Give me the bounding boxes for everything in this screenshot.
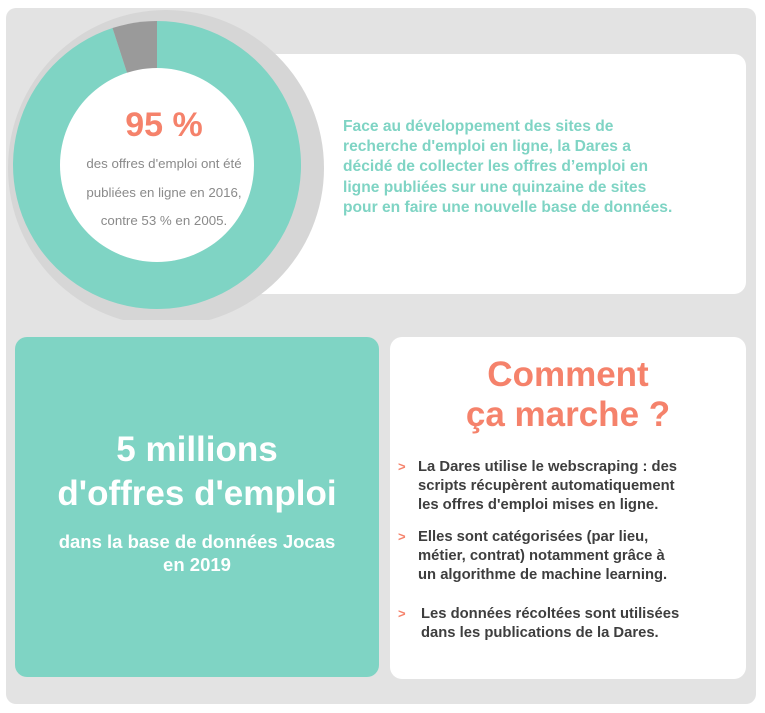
intro-line: recherche d'emploi en ligne, la Dares a [343,138,631,156]
how-step-line: métier, contrat) notamment grâce à [418,548,665,565]
stat-caption-line: publiées en ligne en 2016, [86,184,242,200]
stat-caption: des offres d'emploi ont été publiées en … [64,150,264,236]
chevron-right-icon: > [398,459,406,474]
how-step-line: La Dares utilise le webscraping : des [418,459,678,475]
stat-percent: 95 % [125,106,203,144]
intro-text: Face au développement des sites de reche… [343,117,728,218]
intro-line: ligne publiées sur une quinzaine de site… [343,178,647,196]
how-step: > Elles sont catégorisées (par lieu, mét… [398,528,738,584]
subline-line: en 2019 [163,554,231,575]
how-step-line: Les données récoltées sont utilisées [421,605,680,622]
how-step-line: un algorithme de machine learning. [418,566,668,583]
how-step-line: les offres d'emploi mises en ligne. [418,496,659,513]
stat-caption-line: des offres d'emploi ont été [86,156,242,171]
intro-line: Face au développement des sites de [343,118,614,135]
intro-line: décidé de collecter les offres d’emploi … [343,158,649,176]
how-step-line: Elles sont catégorisées (par lieu, [418,529,649,546]
highlight-headline: 5 millions d'offres d'emploi [15,428,379,516]
headline-line: d'offres d'emploi [57,474,337,513]
how-title-line: ça marche ? [465,395,671,434]
how-step: > Les données récoltées sont utilisées d… [398,605,738,643]
how-step: > La Dares utilise le webscraping : des … [398,458,738,514]
how-title-line: Comment [487,355,649,394]
subline-line: dans la base de données Jocas [58,531,336,552]
how-steps-list: > La Dares utilise le webscraping : des … [398,458,738,642]
how-step-line: scripts récupèrent automatiquement [418,477,675,494]
how-step-line: dans les publications de la Dares. [421,624,659,641]
highlight-subline: dans la base de données Jocas en 2019 [15,530,379,576]
how-title: Comment ça marche ? [390,355,746,435]
chevron-right-icon: > [398,605,406,621]
intro-line: pour en faire une nouvelle base de donné… [343,198,673,216]
chevron-right-icon: > [398,529,406,545]
stat-caption-line: contre 53 % en 2005. [100,213,228,228]
headline-line: 5 millions [116,430,278,469]
